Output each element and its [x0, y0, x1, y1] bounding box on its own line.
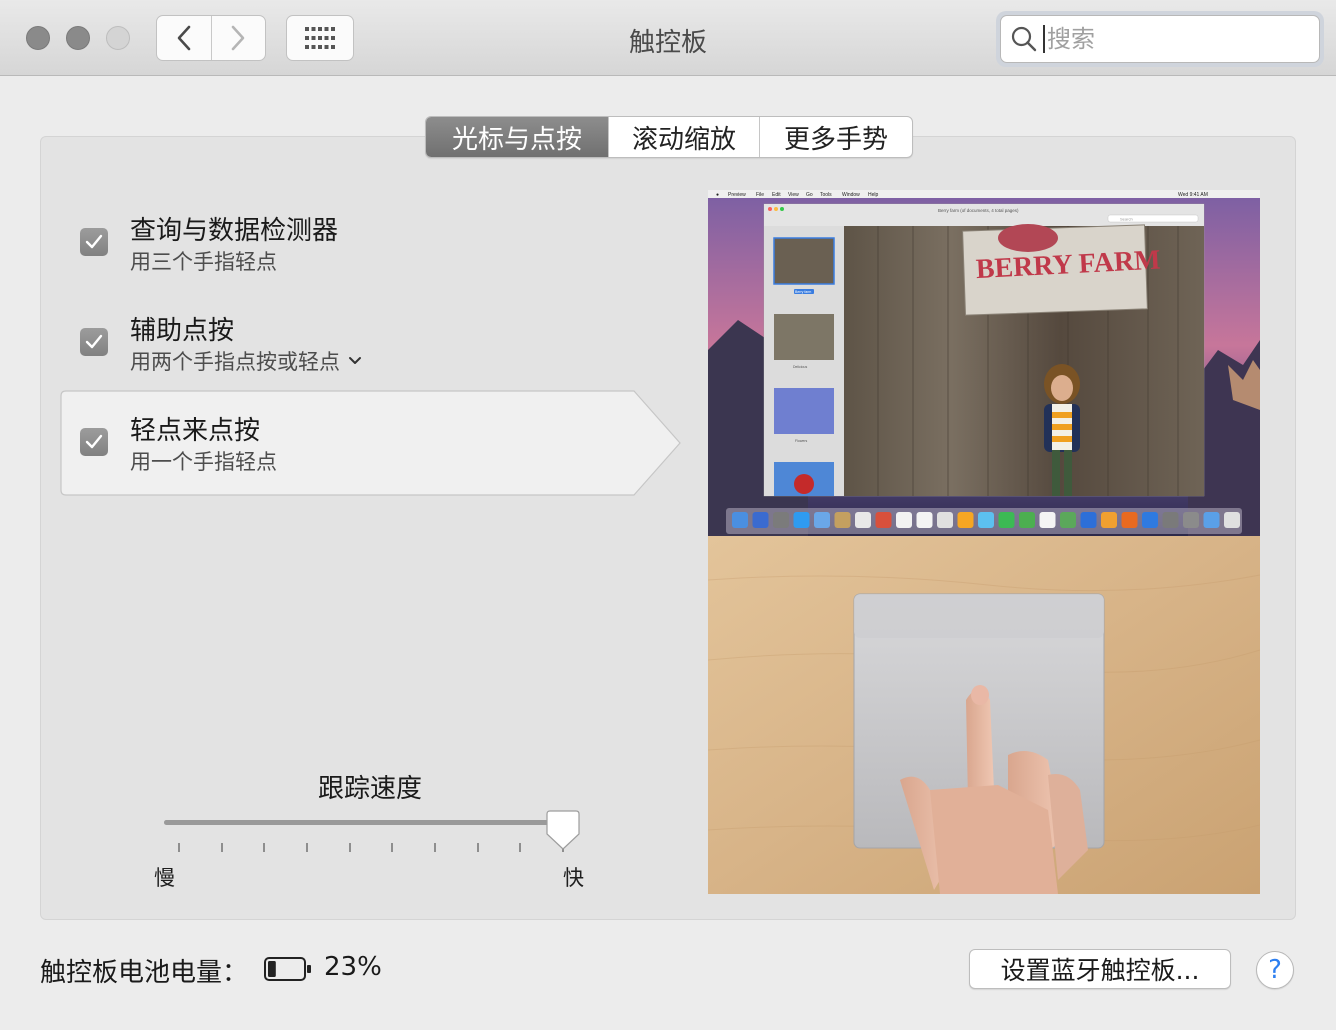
option-subtitle: 用一个手指轻点 [130, 446, 277, 476]
option-subtitle-text: 用三个手指轻点 [130, 250, 277, 274]
menu-go: Go [806, 192, 813, 198]
dock-app-icon [814, 512, 830, 528]
apple-icon: ● [716, 192, 719, 198]
chevron-down-icon [349, 357, 361, 364]
dock-app-icon [1060, 512, 1076, 528]
menu-edit: Edit [772, 192, 781, 198]
preview-close-dot [768, 207, 772, 211]
slider-tick [391, 843, 394, 852]
search-icon [1011, 26, 1037, 52]
option-subtitle-text: 用两个手指点按或轻点 [130, 350, 340, 374]
window-titlebar: 触控板 [0, 0, 1336, 76]
dock-icons [732, 512, 1240, 528]
option-title: 轻点来点按 [130, 416, 261, 446]
option-subtitle: 用三个手指轻点 [130, 246, 277, 276]
search-input[interactable] [1043, 25, 1303, 53]
sign-strawberry-art [998, 224, 1058, 252]
dock-app-icon [1203, 512, 1220, 528]
menubar-clock: Wed 9:41 AM [1178, 192, 1208, 198]
checkmark-icon [85, 434, 103, 449]
menu-help: Help [868, 192, 879, 198]
battery-icon [264, 957, 311, 981]
tracking-speed-slider-track[interactable] [164, 820, 572, 825]
slider-tick [178, 843, 180, 852]
search-field [996, 11, 1324, 67]
dock-app-icon [1039, 512, 1056, 528]
dock-app-icon [834, 512, 851, 528]
option-subtitle-text: 用一个手指轻点 [130, 450, 277, 474]
dock-app-icon [1183, 512, 1199, 528]
tab-scroll-and-zoom[interactable]: 滚动缩放 [608, 117, 759, 157]
dock-app-icon [1162, 512, 1179, 528]
setup-bluetooth-trackpad-button[interactable]: 设置蓝牙触控板... [969, 949, 1231, 989]
battery-percentage: 23% [324, 952, 382, 982]
dock-app-icon [752, 512, 769, 528]
battery-level-label: 触控板电池电量： [40, 958, 249, 988]
option-title: 辅助点按 [130, 316, 235, 346]
dock-app-icon [998, 512, 1015, 528]
dock-app-icon [1121, 512, 1138, 528]
thumbnail-label-delicious: Delicious [793, 365, 807, 369]
dock-app-icon [1224, 512, 1240, 528]
search-box [1000, 15, 1320, 63]
trackpad-top-edge [854, 594, 1104, 638]
dock-app-icon [1019, 512, 1035, 528]
secondary-click-checkbox[interactable] [80, 328, 108, 356]
slow-label: 慢 [154, 866, 175, 890]
dock-app-icon [1080, 512, 1097, 528]
dock-app-icon [875, 512, 892, 528]
thumbnail-label-flowers: Flowers [795, 439, 808, 443]
secondary-click-dropdown[interactable]: 用两个手指点按或轻点 [130, 346, 362, 376]
dock-app-icon [1142, 512, 1158, 528]
slider-tick [434, 843, 436, 852]
thumbnail-flowers [774, 388, 834, 434]
dock-app-icon [855, 512, 871, 528]
slider-tick [220, 843, 223, 852]
menu-tools: Tools [820, 192, 832, 198]
option-title: 查询与数据检测器 [130, 216, 339, 246]
thumbnail-berry-farm [773, 237, 835, 285]
slider-tick [306, 843, 308, 852]
slider-tick [519, 843, 522, 852]
preview-min-dot [774, 207, 778, 211]
checkmark-icon [85, 334, 103, 349]
slider-tick [348, 843, 351, 852]
preview-doc-title: Berry farm (of documents, 4 total pages) [938, 208, 1019, 213]
thumbnail-delicious [774, 314, 834, 360]
menu-file: File [756, 192, 764, 198]
menu-window: Window [842, 192, 860, 198]
tab-bar: 光标与点按 滚动缩放 更多手势 [425, 116, 913, 158]
dock-app-icon [957, 512, 974, 528]
dock-app-icon [937, 512, 953, 528]
dock-app-icon [732, 512, 748, 528]
help-button[interactable]: ? [1256, 951, 1294, 989]
menu-view: View [788, 192, 799, 198]
checkmark-icon [85, 234, 103, 249]
lookup-checkbox[interactable] [80, 228, 108, 256]
dock-app-icon [896, 512, 912, 528]
slider-tick [476, 843, 479, 852]
tap-to-click-checkbox[interactable] [80, 428, 108, 456]
preview-search-text: Search [1120, 217, 1133, 222]
fast-label: 快 [563, 866, 584, 890]
tab-point-and-click[interactable]: 光标与点按 [426, 117, 608, 157]
gesture-preview-video: ● Preview File Edit View Go Tools Window… [708, 190, 1260, 894]
menu-app: Preview [728, 192, 746, 198]
tracking-speed-slider-thumb[interactable] [546, 810, 580, 850]
dock-app-icon [978, 512, 994, 528]
tracking-speed-label: 跟踪速度 [318, 774, 423, 804]
dock-app-icon [773, 512, 789, 528]
tab-more-gestures[interactable]: 更多手势 [759, 117, 912, 157]
dock-app-icon [1101, 512, 1117, 528]
thumbnail-strawberry-shape [794, 474, 814, 494]
slider-fill [164, 820, 572, 825]
thumbnail-label-berry: Berry farm [795, 290, 811, 294]
slider-tick [263, 843, 266, 852]
dock-app-icon [793, 512, 810, 528]
dock-app-icon [916, 512, 933, 528]
preview-zoom-dot [780, 207, 784, 211]
